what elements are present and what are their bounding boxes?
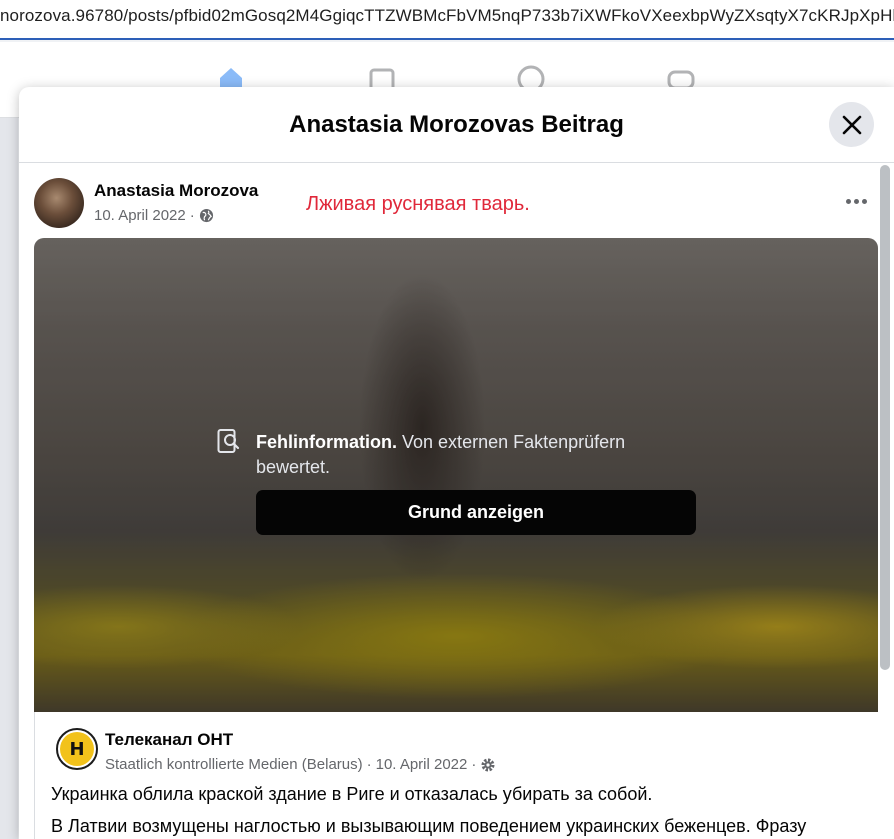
- more-dot: [861, 198, 867, 204]
- post-text: Лживая руснявая тварь.: [306, 193, 530, 215]
- shared-date[interactable]: 10. April 2022: [376, 756, 468, 773]
- author-avatar[interactable]: [34, 178, 84, 228]
- more-dots-icon: [845, 198, 851, 204]
- gear-icon[interactable]: [480, 757, 496, 773]
- shared-text-line-2: В Латвии возмущены наглостью и вызывающи…: [51, 816, 807, 836]
- post-meta: 10. April 2022 ·: [94, 207, 214, 224]
- meta-separator: ·: [189, 207, 195, 224]
- dialog-title: Anastasia Morozovas Beitrag: [289, 111, 624, 138]
- page-logo-mark: Н: [60, 732, 94, 766]
- meta-separator: ·: [471, 756, 477, 773]
- fact-check-icon: [217, 429, 240, 453]
- more-dot: [853, 198, 859, 204]
- shared-post: Н Телеканал ОНТ Staatlich kontrollierte …: [34, 712, 878, 839]
- show-reason-button[interactable]: Grund anzeigen: [256, 490, 696, 535]
- misinformation-label: Fehlinformation.: [256, 432, 397, 452]
- meta-separator: ·: [366, 756, 372, 773]
- dialog-header: Anastasia Morozovas Beitrag: [19, 87, 894, 163]
- page-logo[interactable]: Н: [56, 728, 98, 770]
- state-media-label[interactable]: Staatlich kontrollierte Medien (Belarus): [105, 756, 363, 773]
- post-date[interactable]: 10. April 2022: [94, 207, 186, 224]
- shared-page-meta: Staatlich kontrollierte Medien (Belarus)…: [105, 756, 496, 773]
- page-background-left: [0, 118, 18, 839]
- author-name[interactable]: Anastasia Morozova: [94, 181, 258, 201]
- address-bar[interactable]: norozova.96780/posts/pfbid02mGosq2M4Ggiq…: [0, 0, 894, 40]
- url-text[interactable]: norozova.96780/posts/pfbid02mGosq2M4Ggiq…: [0, 6, 894, 26]
- blurred-media[interactable]: Fehlinformation. Von externen Faktenprüf…: [34, 238, 878, 712]
- more-options-button[interactable]: [839, 187, 873, 215]
- close-icon: [842, 115, 861, 134]
- globe-icon[interactable]: [199, 208, 214, 223]
- misinformation-notice: Fehlinformation. Von externen Faktenprüf…: [256, 430, 676, 480]
- scrollbar-thumb[interactable]: [880, 165, 890, 670]
- shared-text-line-1: Украинка облила краской здание в Риге и …: [51, 784, 653, 804]
- shared-page-name[interactable]: Телеканал ОНТ: [105, 730, 233, 750]
- close-button[interactable]: [829, 102, 874, 147]
- post-dialog: Anastasia Morozovas Beitrag Anastasia Mo…: [19, 87, 894, 839]
